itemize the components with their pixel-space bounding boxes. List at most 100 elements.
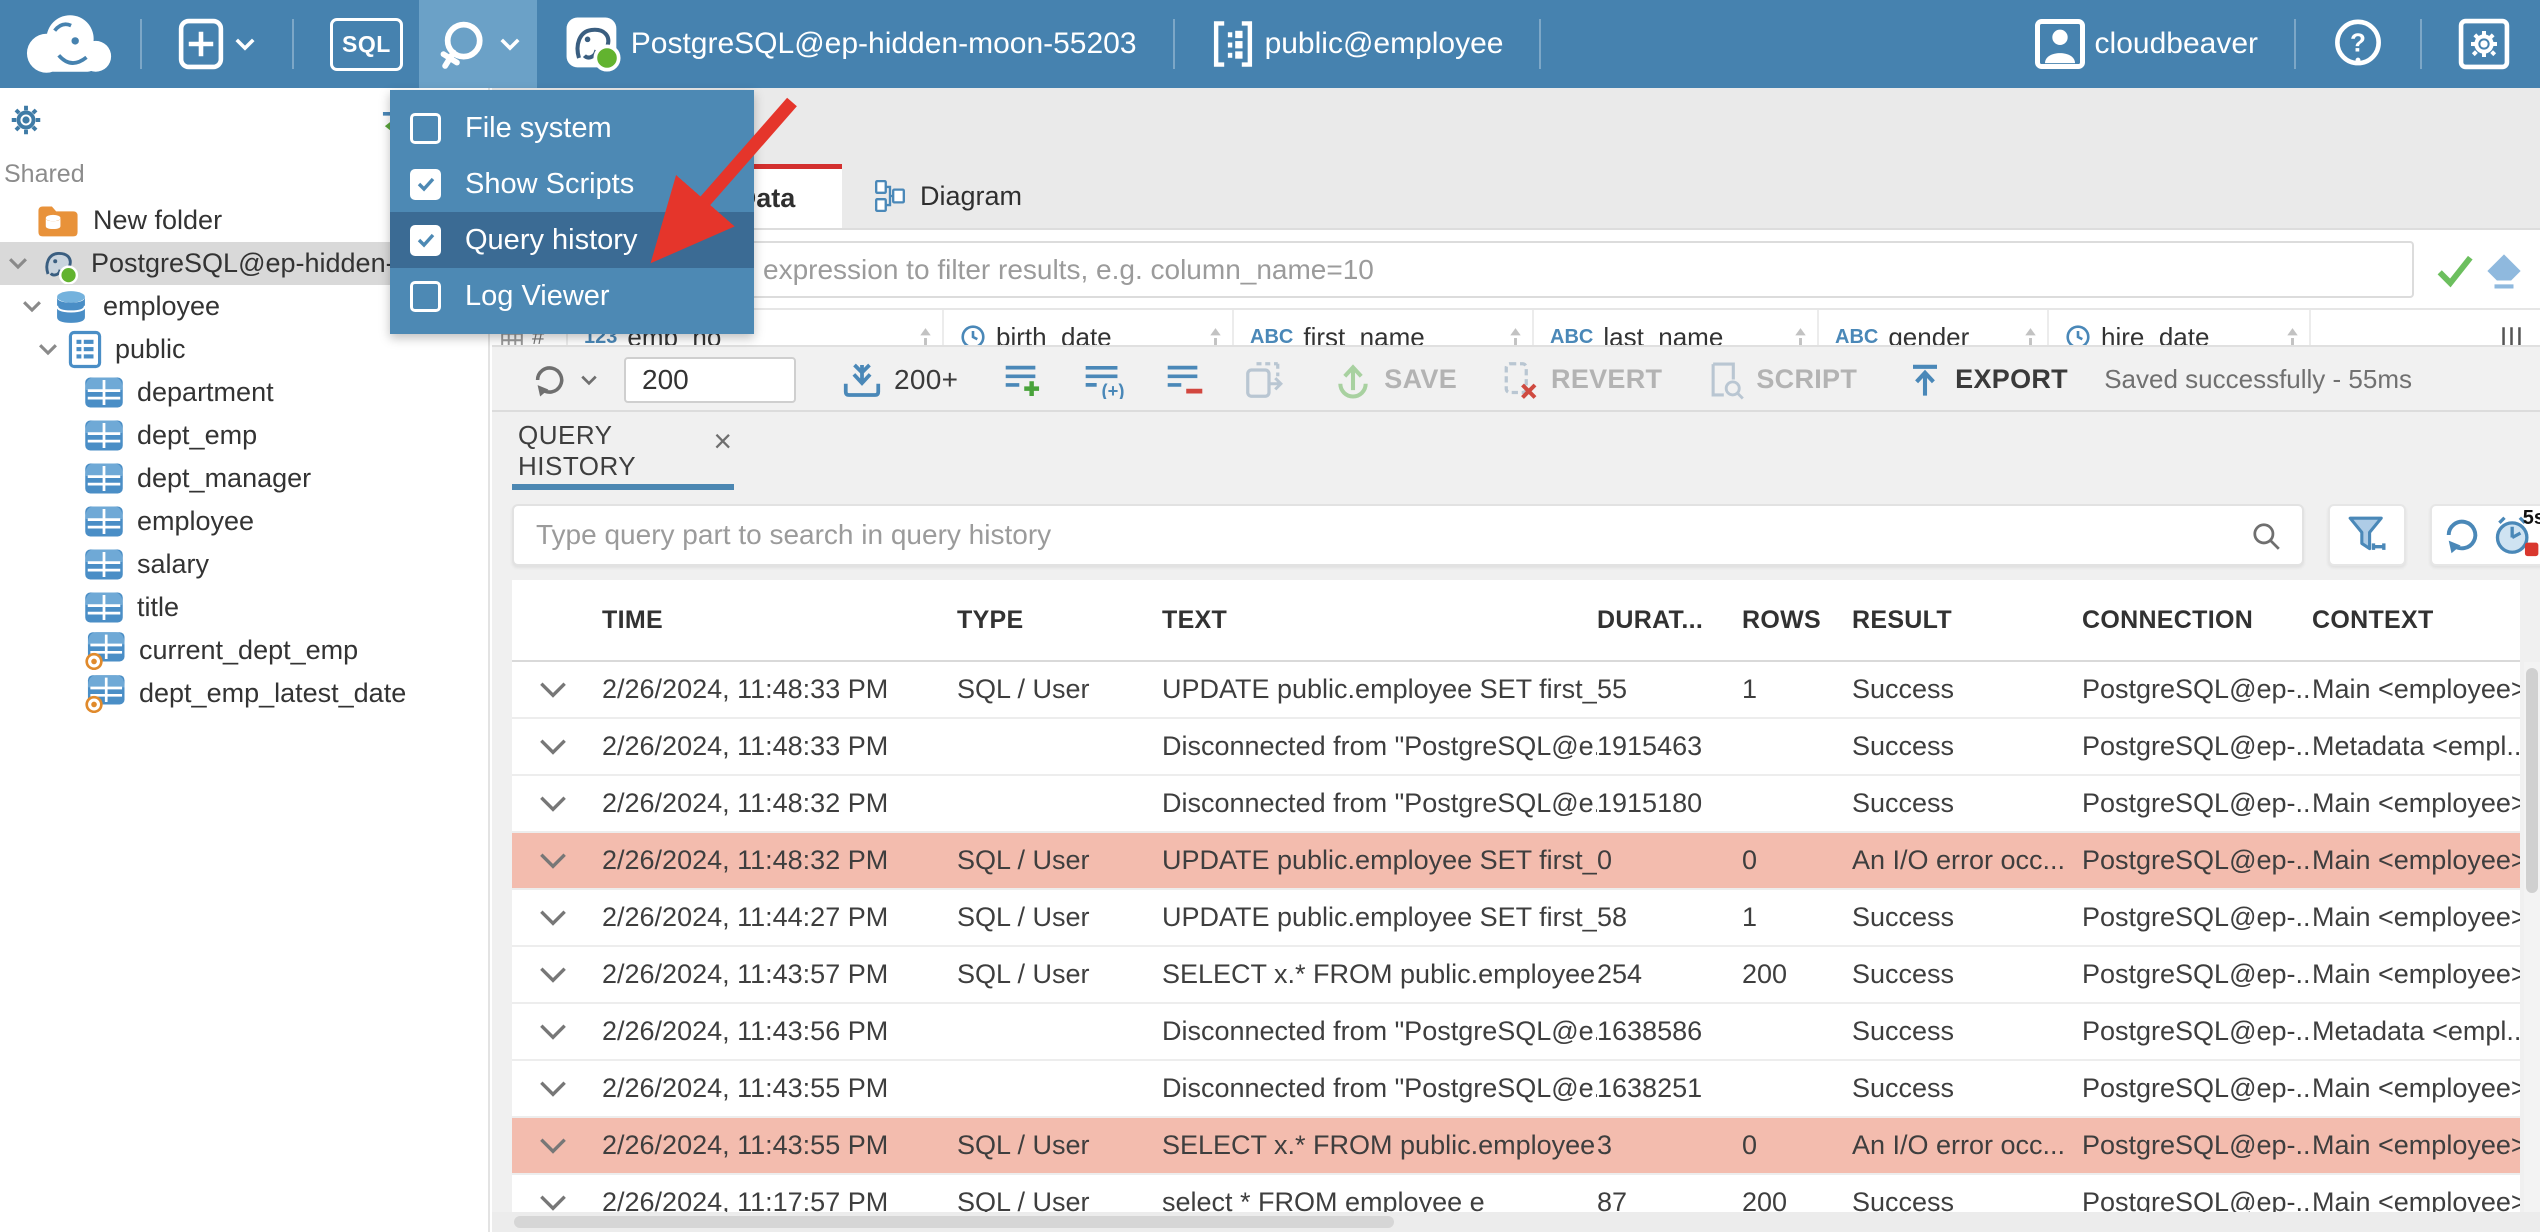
query-history-row[interactable]: 2/26/2024, 11:43:56 PM Disconnected from… [512, 1004, 2520, 1061]
checkbox[interactable] [410, 224, 441, 256]
chevron-down-icon[interactable] [22, 300, 44, 313]
tree-item-label: dept_emp_latest_date [139, 678, 407, 708]
revert-button[interactable]: REVERT [1501, 360, 1662, 400]
expand-chevron-icon[interactable] [512, 1136, 602, 1155]
database-icon [52, 288, 90, 326]
col-text[interactable]: TEXT [1162, 606, 1597, 635]
duplicate-row-button[interactable]: (+) [1082, 361, 1126, 399]
query-history-row[interactable]: 2/26/2024, 11:43:55 PM SQL / User SELECT… [512, 1118, 2520, 1175]
cell-context: Main <employee> [2312, 1073, 2520, 1103]
add-row-button[interactable] [1002, 361, 1044, 399]
grid-column-header[interactable]: ABC first_name [1234, 310, 1534, 345]
query-history-row[interactable]: 2/26/2024, 11:44:27 PM SQL / User UPDATE… [512, 890, 2520, 947]
expand-chevron-icon[interactable] [512, 1079, 602, 1098]
tree-item-table[interactable]: dept_manager [0, 457, 488, 500]
scrollbar-thumb[interactable] [2526, 668, 2538, 893]
menu-item-log-viewer[interactable]: Log Viewer [390, 268, 754, 324]
checkbox[interactable] [410, 168, 441, 200]
sql-editor-button[interactable]: SQL [314, 0, 419, 88]
schema-selector[interactable]: public@employee [1195, 0, 1520, 88]
fetch-all-button[interactable]: 200+ [842, 361, 958, 399]
filter-expression-input[interactable] [655, 241, 2414, 298]
menu-item-file-system[interactable]: File system [390, 100, 754, 156]
tab-query-history[interactable]: QUERY HISTORY × [512, 412, 734, 490]
close-icon[interactable]: × [713, 425, 732, 457]
tree-item-view[interactable]: current_dept_emp [0, 629, 488, 672]
tab-diagram[interactable]: Diagram [842, 164, 1054, 228]
delete-row-button[interactable] [1164, 361, 1206, 399]
col-time[interactable]: TIME [602, 606, 957, 635]
col-result[interactable]: RESULT [1852, 606, 2082, 635]
tree-item-table[interactable]: title [0, 586, 488, 629]
checkbox[interactable] [410, 280, 441, 312]
tree-item-table[interactable]: employee [0, 500, 488, 543]
gear-icon[interactable] [8, 102, 44, 138]
expand-chevron-icon[interactable] [512, 908, 602, 927]
query-history-search-input[interactable] [512, 504, 2304, 566]
text-type-icon: ABC [1835, 325, 1879, 346]
tree-item-table[interactable]: dept_emp [0, 414, 488, 457]
row-limit-input[interactable] [624, 356, 796, 403]
tools-menu-button[interactable] [418, 0, 537, 88]
sort-icon[interactable] [1207, 326, 1224, 345]
user-menu-button[interactable]: cloudbeaver [2019, 0, 2274, 88]
sort-icon[interactable] [917, 326, 934, 345]
horizontal-scrollbar[interactable] [492, 1212, 2540, 1232]
sort-icon[interactable] [1792, 326, 1809, 345]
export-button[interactable]: EXPORT [1907, 362, 2068, 398]
refresh-icon[interactable] [2441, 514, 2483, 556]
top-bar: SQL PostgreSQL@ep-hidden-moon-55203 publ… [0, 0, 2540, 88]
checkbox[interactable] [410, 112, 441, 144]
expand-chevron-icon[interactable] [512, 794, 602, 813]
expand-chevron-icon[interactable] [512, 851, 602, 870]
scrollbar-thumb[interactable] [514, 1216, 1394, 1228]
sort-icon[interactable] [2022, 326, 2039, 345]
expand-chevron-icon[interactable] [512, 680, 602, 699]
col-rows[interactable]: ROWS [1742, 606, 1852, 635]
sort-icon[interactable] [2284, 326, 2301, 345]
expand-chevron-icon[interactable] [512, 737, 602, 756]
expand-chevron-icon[interactable] [512, 1022, 602, 1041]
query-history-row[interactable]: 2/26/2024, 11:48:32 PM Disconnected from… [512, 776, 2520, 833]
grid-column-header[interactable]: birth_date [944, 310, 1234, 345]
tree-item-table[interactable]: salary [0, 543, 488, 586]
script-button[interactable]: SCRIPT [1706, 359, 1857, 400]
clear-filter-eraser-icon[interactable] [2485, 252, 2523, 290]
search-icon [2250, 520, 2282, 552]
menu-item-show-scripts[interactable]: Show Scripts [390, 156, 754, 212]
grid-columns-config-icon[interactable] [2484, 310, 2540, 345]
grid-column-header[interactable]: ABC gender [1819, 310, 2049, 345]
refresh-button[interactable] [530, 361, 598, 399]
chevron-down-icon[interactable] [8, 257, 30, 270]
grid-column-header[interactable]: ABC last_name [1534, 310, 1819, 345]
new-object-button[interactable] [162, 0, 272, 88]
chevron-down-icon[interactable] [38, 343, 60, 356]
tree-item-schema[interactable]: public [0, 328, 488, 371]
vertical-scrollbar[interactable] [2524, 662, 2540, 1212]
col-connection[interactable]: CONNECTION [2082, 606, 2312, 635]
tree-item-view[interactable]: dept_emp_latest_date [0, 672, 488, 715]
expand-chevron-icon[interactable] [512, 1193, 602, 1212]
save-button[interactable]: SAVE [1334, 361, 1457, 399]
grid-column-header[interactable]: hire_date [2049, 310, 2311, 345]
query-history-row[interactable]: 2/26/2024, 11:43:55 PM Disconnected from… [512, 1061, 2520, 1118]
tree-item-table[interactable]: department [0, 371, 488, 414]
settings-button[interactable] [2442, 0, 2526, 88]
col-context[interactable]: CONTEXT [2312, 606, 2520, 635]
cell-connection: PostgreSQL@ep-... [2082, 731, 2312, 761]
col-duration[interactable]: DURAT... [1597, 606, 1742, 635]
connection-selector[interactable]: PostgreSQL@ep-hidden-moon-55203 [549, 0, 1153, 88]
help-button[interactable]: ? [2316, 0, 2400, 88]
cell-type: SQL / User [957, 845, 1090, 875]
query-history-row[interactable]: 2/26/2024, 11:48:33 PM Disconnected from… [512, 719, 2520, 776]
query-history-row[interactable]: 2/26/2024, 11:43:57 PM SQL / User SELECT… [512, 947, 2520, 1004]
query-history-row[interactable]: 2/26/2024, 11:48:33 PM SQL / User UPDATE… [512, 662, 2520, 719]
expand-chevron-icon[interactable] [512, 965, 602, 984]
menu-item-query-history[interactable]: Query history [390, 212, 754, 268]
sort-icon[interactable] [1507, 326, 1524, 345]
edit-document-button[interactable] [1244, 360, 1284, 400]
query-history-row[interactable]: 2/26/2024, 11:48:32 PM SQL / User UPDATE… [512, 833, 2520, 890]
apply-filter-check-icon[interactable] [2435, 252, 2475, 288]
filter-button[interactable] [2328, 504, 2406, 566]
col-type[interactable]: TYPE [957, 606, 1162, 635]
